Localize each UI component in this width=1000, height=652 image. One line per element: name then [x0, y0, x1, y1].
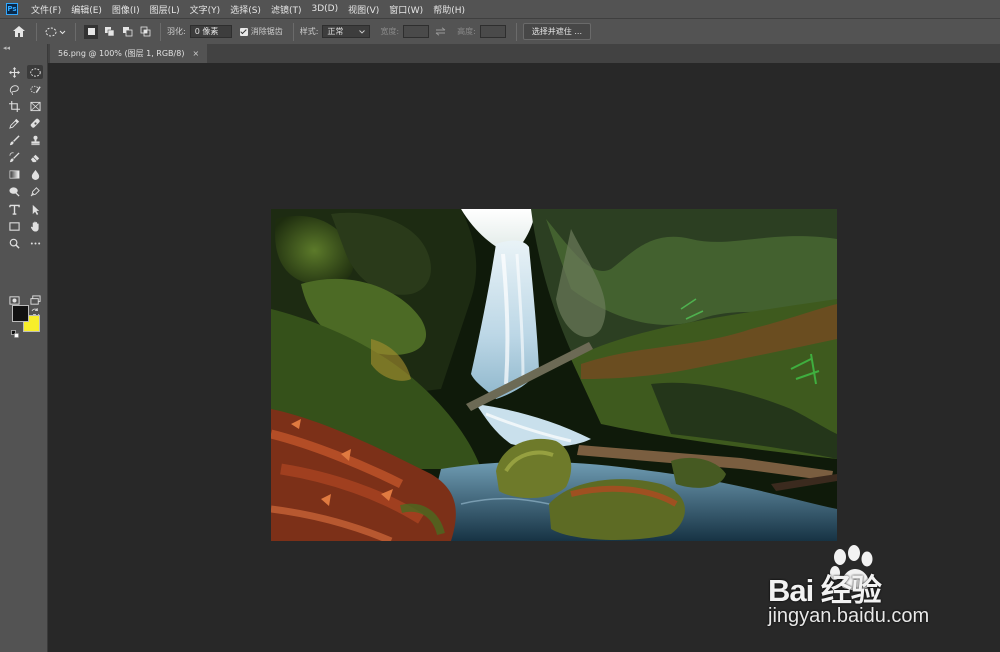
menu-image[interactable]: 图像(I) — [107, 3, 145, 16]
document-tab[interactable]: 56.png @ 100% (图层 1, RGB/8) × — [50, 44, 208, 63]
chevron-down-icon — [359, 29, 366, 34]
quick-selection-tool-icon[interactable] — [27, 82, 43, 96]
new-selection-icon[interactable] — [84, 24, 98, 39]
style-select[interactable]: 正常 — [322, 25, 371, 38]
menu-window[interactable]: 窗口(W) — [384, 3, 428, 16]
blur-tool-icon[interactable] — [27, 167, 43, 181]
zoom-tool-icon[interactable] — [6, 236, 22, 250]
move-tool-icon[interactable] — [6, 65, 22, 79]
menu-filter[interactable]: 滤镜(T) — [266, 3, 307, 16]
add-to-selection-icon[interactable] — [102, 25, 116, 39]
width-label: 宽度: — [380, 27, 400, 36]
style-value: 正常 — [327, 27, 344, 36]
select-and-mask-button[interactable]: 选择并遮住 ... — [522, 23, 591, 40]
subtract-from-selection-icon[interactable] — [120, 25, 134, 39]
close-icon[interactable]: × — [192, 49, 199, 58]
menu-layer[interactable]: 图层(L) — [145, 3, 185, 16]
path-selection-tool-icon[interactable] — [27, 202, 43, 216]
waterfall-photo — [271, 209, 837, 541]
dodge-tool-icon[interactable] — [6, 184, 22, 198]
feather-label: 羽化: — [167, 27, 186, 36]
menu-file[interactable]: 文件(F) — [26, 3, 66, 16]
collapse-panel-icon[interactable]: ◂◂ — [3, 44, 10, 52]
default-colors-icon[interactable] — [11, 323, 19, 338]
home-icon[interactable] — [8, 26, 30, 37]
intersect-selection-icon[interactable] — [138, 25, 152, 39]
menu-edit[interactable]: 编辑(E) — [66, 3, 107, 16]
feather-input[interactable]: 0 像素 — [189, 25, 232, 38]
antialias-option[interactable]: 消除锯齿 — [239, 26, 287, 37]
antialias-label: 消除锯齿 — [250, 27, 283, 36]
elliptical-marquee-preset-icon[interactable] — [43, 27, 69, 37]
menu-3d[interactable]: 3D(D) — [306, 4, 343, 14]
brush-tool-icon[interactable] — [6, 133, 22, 147]
screen-mode-icon[interactable] — [27, 293, 43, 307]
document-tab-title: 56.png @ 100% (图层 1, RGB/8) — [58, 49, 185, 58]
menu-bar: Ps 文件(F) 编辑(E) 图像(I) 图层(L) 文字(Y) 选择(S) 滤… — [0, 0, 1000, 18]
hand-tool-icon[interactable] — [27, 219, 43, 233]
type-tool-icon[interactable] — [6, 202, 22, 216]
watermark-url: jingyan.baidu.com — [768, 605, 930, 627]
pen-tool-icon[interactable] — [27, 184, 43, 198]
tools-panel: ◂◂ — [0, 44, 48, 652]
healing-brush-tool-icon[interactable] — [27, 116, 43, 130]
height-input[interactable] — [479, 25, 506, 38]
frame-tool-icon[interactable] — [27, 99, 43, 113]
menu-type[interactable]: 文字(Y) — [185, 3, 226, 16]
rectangle-tool-icon[interactable] — [6, 219, 22, 233]
menu-select[interactable]: 选择(S) — [225, 3, 266, 16]
menu-help[interactable]: 帮助(H) — [428, 3, 470, 16]
watermark-brand: Bai 经验 — [768, 573, 882, 608]
width-input[interactable] — [403, 25, 430, 38]
gradient-tool-icon[interactable] — [6, 167, 22, 181]
antialias-checkbox[interactable] — [239, 27, 248, 36]
clone-stamp-tool-icon[interactable] — [27, 133, 43, 147]
foreground-color-swatch[interactable] — [12, 305, 29, 322]
height-label: 高度: — [457, 27, 476, 36]
options-bar: 羽化: 0 像素 消除锯齿 样式: 正常 宽度: 高度: 选择并遮住 ... — [0, 18, 1000, 44]
style-label: 样式: — [299, 27, 319, 36]
swap-dimensions-icon[interactable] — [429, 27, 451, 36]
eyedropper-tool-icon[interactable] — [6, 116, 22, 130]
crop-tool-icon[interactable] — [6, 99, 22, 113]
elliptical-marquee-tool-icon[interactable] — [27, 65, 43, 79]
eraser-tool-icon[interactable] — [27, 150, 43, 164]
document-tab-bar: 56.png @ 100% (图层 1, RGB/8) × — [48, 44, 1000, 63]
baidu-jingyan-watermark: Bai 经验 jingyan.baidu.com — [768, 545, 948, 635]
menu-view[interactable]: 视图(V) — [343, 3, 384, 16]
more-tools-icon[interactable] — [27, 236, 43, 250]
lasso-tool-icon[interactable] — [6, 82, 22, 96]
photoshop-logo: Ps — [6, 3, 18, 15]
history-brush-tool-icon[interactable] — [6, 150, 22, 164]
